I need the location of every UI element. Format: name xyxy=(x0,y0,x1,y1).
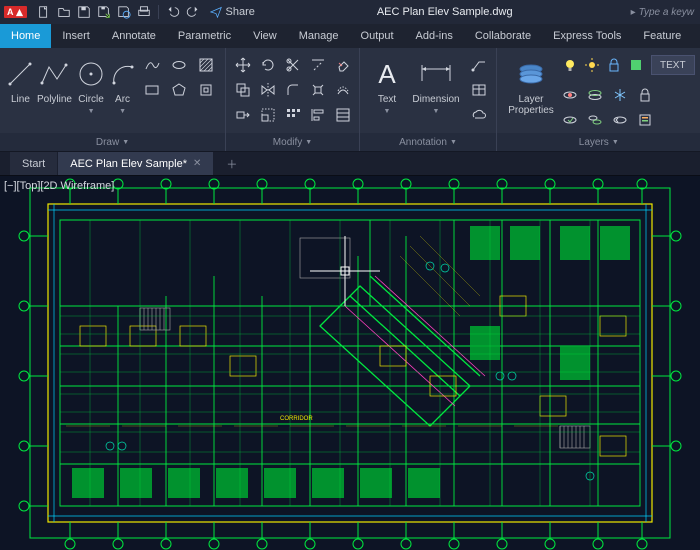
extend-icon[interactable] xyxy=(307,54,329,76)
quick-access-toolbar: Share xyxy=(31,3,259,21)
scale-icon[interactable] xyxy=(257,104,279,126)
polygon-icon[interactable] xyxy=(168,79,190,101)
web-save-icon[interactable] xyxy=(115,3,133,21)
erase-icon[interactable] xyxy=(332,54,354,76)
dimension-button[interactable]: Dimension▼ xyxy=(408,52,464,121)
layer-prev-icon[interactable] xyxy=(609,109,631,131)
panel-layers-title[interactable]: Layers▼ xyxy=(497,133,700,151)
mirror-icon[interactable] xyxy=(257,79,279,101)
layer-text-button[interactable]: TEXT xyxy=(651,55,695,75)
spline-icon[interactable] xyxy=(141,54,163,76)
tab-feature[interactable]: Feature xyxy=(632,24,692,48)
array-icon[interactable] xyxy=(282,104,304,126)
drawing-canvas[interactable]: [−][Top][2D Wireframe] xyxy=(0,176,700,550)
tab-home[interactable]: Home xyxy=(0,24,51,48)
cloud-icon[interactable] xyxy=(468,104,490,126)
region-icon[interactable] xyxy=(195,79,217,101)
doctab-start[interactable]: Start xyxy=(10,152,58,175)
trim-icon[interactable] xyxy=(282,54,304,76)
tab-output[interactable]: Output xyxy=(350,24,405,48)
tab-view[interactable]: View xyxy=(242,24,288,48)
panel-draw-title[interactable]: Draw▼ xyxy=(0,133,225,151)
draw-small-tools xyxy=(141,52,219,101)
circle-button[interactable]: Circle▼ xyxy=(74,52,108,121)
tab-addins[interactable]: Add-ins xyxy=(405,24,464,48)
panel-layers: Layer Properties TEXT xyxy=(497,48,700,151)
menu-tabs: Home Insert Annotate Parametric View Man… xyxy=(0,24,700,48)
properties-icon[interactable] xyxy=(332,104,354,126)
panel-modify-title[interactable]: Modify▼ xyxy=(226,133,359,151)
svg-text:A: A xyxy=(378,59,396,89)
search-input[interactable]: Type a keyw xyxy=(631,7,700,18)
lock-icon[interactable] xyxy=(603,54,625,76)
document-title: AEC Plan Elev Sample.dwg xyxy=(259,6,631,18)
layer-iso-icon[interactable] xyxy=(584,84,606,106)
polyline-button[interactable]: Polyline xyxy=(35,52,74,109)
tab-parametric[interactable]: Parametric xyxy=(167,24,242,48)
rotate-icon[interactable] xyxy=(257,54,279,76)
layer-off-icon[interactable] xyxy=(559,84,581,106)
ellipse-icon[interactable] xyxy=(168,54,190,76)
saveas-icon[interactable] xyxy=(95,3,113,21)
document-tabs: Start AEC Plan Elev Sample* ✕ ＋ xyxy=(0,152,700,176)
app-badge: A xyxy=(4,6,27,18)
text-button[interactable]: A Text▼ xyxy=(366,52,408,121)
share-icon xyxy=(210,6,222,18)
title-bar: A Share AEC Plan Elev Sample.dwg Type a … xyxy=(0,0,700,24)
tab-expresstools[interactable]: Express Tools xyxy=(542,24,632,48)
new-icon[interactable] xyxy=(35,3,53,21)
hatch-icon[interactable] xyxy=(195,54,217,76)
rectangle-icon[interactable] xyxy=(141,79,163,101)
panel-annotation: A Text▼ Dimension▼ Annotation▼ xyxy=(360,48,497,151)
doctab-sample[interactable]: AEC Plan Elev Sample* ✕ xyxy=(58,152,214,175)
panel-modify: Modify▼ xyxy=(226,48,360,151)
viewport-label[interactable]: [−][Top][2D Wireframe] xyxy=(4,180,114,192)
panel-annotation-title[interactable]: Annotation▼ xyxy=(360,133,496,151)
layer-match-icon[interactable] xyxy=(584,109,606,131)
offset-icon[interactable] xyxy=(332,79,354,101)
tab-insert[interactable]: Insert xyxy=(51,24,101,48)
line-button[interactable]: Line xyxy=(6,52,35,109)
explode-icon[interactable] xyxy=(307,79,329,101)
redo-icon[interactable] xyxy=(184,3,202,21)
plot-icon[interactable] xyxy=(135,3,153,21)
layer-tools xyxy=(559,80,669,131)
share-label: Share xyxy=(226,6,255,18)
layer-make-icon[interactable] xyxy=(559,109,581,131)
sun-icon[interactable] xyxy=(581,54,603,76)
tab-annotate[interactable]: Annotate xyxy=(101,24,167,48)
copy-icon[interactable] xyxy=(232,79,254,101)
panel-draw: Line Polyline Circle▼ Arc▼ xyxy=(0,48,226,151)
new-tab-button[interactable]: ＋ xyxy=(214,152,250,175)
tab-collaborate[interactable]: Collaborate xyxy=(464,24,542,48)
svg-text:CORRIDOR: CORRIDOR xyxy=(280,416,313,422)
fillet-icon[interactable] xyxy=(282,79,304,101)
move-icon[interactable] xyxy=(232,54,254,76)
layer-state-icon[interactable] xyxy=(634,109,656,131)
modify-tools xyxy=(232,52,354,126)
open-icon[interactable] xyxy=(55,3,73,21)
floor-plan-drawing: CORRIDOR xyxy=(0,176,700,550)
share-button[interactable]: Share xyxy=(210,6,255,18)
annotation-small xyxy=(468,52,490,126)
bulb-on-icon[interactable] xyxy=(559,54,581,76)
layer-lock-icon[interactable] xyxy=(634,84,656,106)
align-icon[interactable] xyxy=(307,104,329,126)
color-swatch-icon[interactable] xyxy=(625,54,647,76)
stretch-icon[interactable] xyxy=(232,104,254,126)
undo-icon[interactable] xyxy=(164,3,182,21)
arc-button[interactable]: Arc▼ xyxy=(108,52,137,121)
save-icon[interactable] xyxy=(75,3,93,21)
layer-freeze-icon[interactable] xyxy=(609,84,631,106)
ribbon: Line Polyline Circle▼ Arc▼ xyxy=(0,48,700,152)
close-icon[interactable]: ✕ xyxy=(193,158,201,169)
table-icon[interactable] xyxy=(468,79,490,101)
layer-properties-button[interactable]: Layer Properties xyxy=(503,52,559,120)
tab-manage[interactable]: Manage xyxy=(288,24,350,48)
leader-icon[interactable] xyxy=(468,54,490,76)
